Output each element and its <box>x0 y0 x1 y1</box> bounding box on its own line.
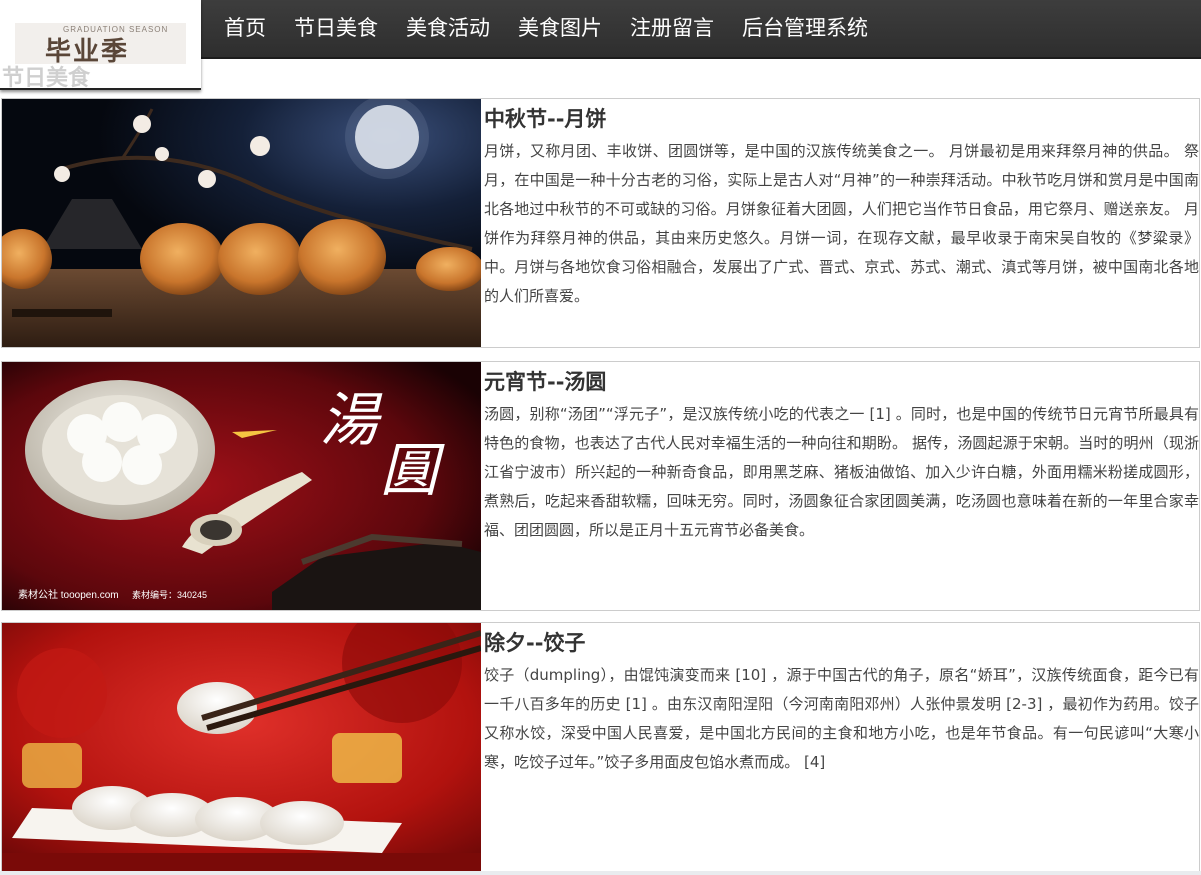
card-body: 汤圆，别称“汤团”“浮元子”，是汉族传统小吃的代表之一 [1] 。同时，也是中国… <box>484 405 1199 539</box>
logo-image: GRADUATION SEASON 毕业季 <box>15 23 186 64</box>
tangyuan-caption-2: 圓 <box>380 436 445 504</box>
page-bottom-divider <box>0 871 1201 875</box>
card-body: 月饼，又称月团、丰收饼、团圆饼等，是中国的汉族传统美食之一。 月饼最初是用来拜祭… <box>484 142 1199 305</box>
image-code: 素材编号：340245 <box>132 589 207 600</box>
card-title: 除夕--饺子 <box>484 631 586 655</box>
food-card-mooncake: 中秋节--月饼 月饼，又称月团、丰收饼、团圆饼等，是中国的汉族传统美食之一。 月… <box>1 98 1200 348</box>
image-watermark: 素材公社 tooopen.com <box>18 588 119 601</box>
card-title: 元宵节--汤圆 <box>484 370 607 394</box>
nav-item-food-events[interactable]: 美食活动 <box>392 0 504 57</box>
card-body: 饺子（dumpling），由馄饨演变而来 [10] ，源于中国古代的角子，原名“… <box>484 666 1199 771</box>
mooncake-image <box>2 99 481 347</box>
dumpling-image <box>2 623 481 871</box>
nav-item-admin-system[interactable]: 后台管理系统 <box>728 0 882 57</box>
card-title: 中秋节--月饼 <box>484 107 607 131</box>
section-title: 节日美食 <box>2 66 91 91</box>
nav-item-home[interactable]: 首页 <box>210 0 280 57</box>
mooncake-text: 中秋节--月饼 月饼，又称月团、丰收饼、团圆饼等，是中国的汉族传统美食之一。 月… <box>483 99 1199 347</box>
dumpling-text: 除夕--饺子 饺子（dumpling），由馄饨演变而来 [10] ，源于中国古代… <box>483 623 1199 871</box>
food-card-tangyuan: 湯 圓 素材公社 tooopen.com 素材编号：340245 元宵节--汤圆… <box>1 361 1200 611</box>
nav-item-festival-food[interactable]: 节日美食 <box>280 0 392 57</box>
tangyuan-image: 湯 圓 素材公社 tooopen.com 素材编号：340245 <box>2 362 481 610</box>
tangyuan-caption-1: 湯 <box>320 386 383 454</box>
nav-menu: 首页 节日美食 美食活动 美食图片 注册留言 后台管理系统 <box>210 0 882 57</box>
nav-item-food-photos[interactable]: 美食图片 <box>504 0 616 57</box>
tangyuan-text: 元宵节--汤圆 汤圆，别称“汤团”“浮元子”，是汉族传统小吃的代表之一 [1] … <box>483 362 1199 610</box>
food-card-dumpling: 除夕--饺子 饺子（dumpling），由馄饨演变而来 [10] ，源于中国古代… <box>1 622 1200 872</box>
nav-item-register-message[interactable]: 注册留言 <box>616 0 728 57</box>
